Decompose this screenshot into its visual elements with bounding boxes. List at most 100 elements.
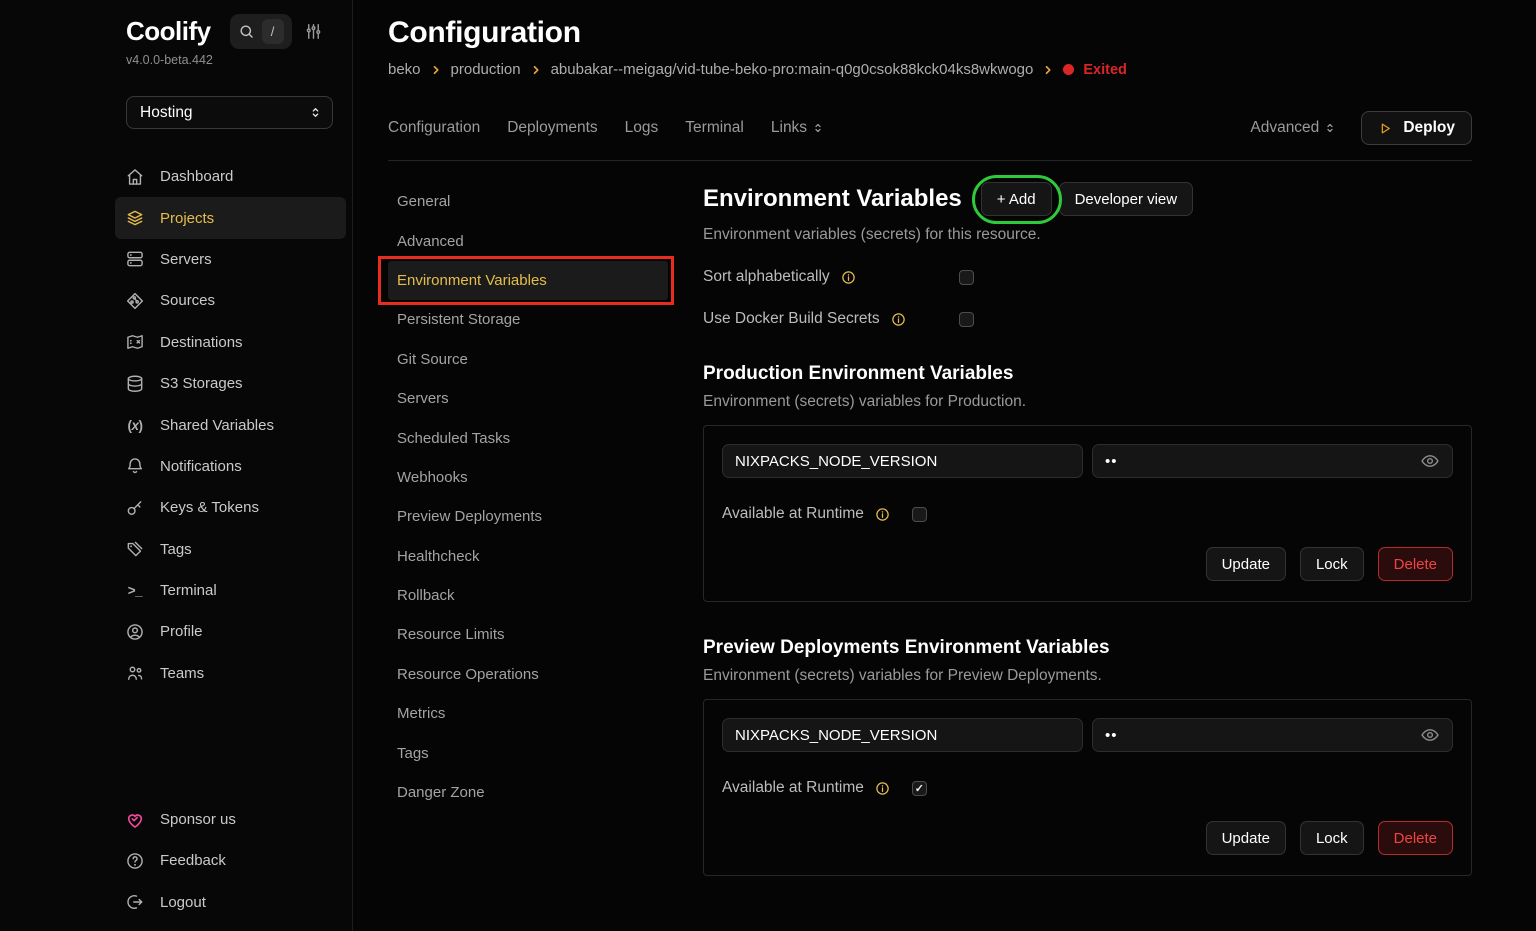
sidebar-item-tags[interactable]: Tags bbox=[115, 529, 346, 570]
sidebar-item-logout[interactable]: Logout bbox=[115, 882, 346, 923]
page-title: Configuration bbox=[388, 16, 1472, 50]
delete-button[interactable]: Delete bbox=[1378, 547, 1453, 581]
available-at-runtime-checkbox[interactable] bbox=[912, 781, 927, 796]
sidebar-item-teams[interactable]: Teams bbox=[115, 653, 346, 694]
app-version: v4.0.0-beta.442 bbox=[118, 53, 346, 67]
sidebar-item-profile[interactable]: Profile bbox=[115, 611, 346, 652]
sidebar-item-destinations[interactable]: Destinations bbox=[115, 322, 346, 363]
sidebar-nav: Dashboard Projects Servers Sources Desti… bbox=[118, 156, 346, 694]
subnav-item-preview-deployments[interactable]: Preview Deployments bbox=[388, 497, 668, 536]
available-at-runtime-label: Available at Runtime bbox=[722, 779, 864, 797]
sidebar-item-notifications[interactable]: Notifications bbox=[115, 446, 346, 487]
sidebar-item-feedback[interactable]: Feedback bbox=[115, 840, 346, 881]
variables-icon: (x) bbox=[125, 415, 145, 435]
eye-icon[interactable] bbox=[1420, 451, 1440, 471]
key-icon bbox=[125, 498, 145, 518]
sidebar-item-keys-tokens[interactable]: Keys & Tokens bbox=[115, 487, 346, 528]
chevron-right-icon bbox=[430, 64, 442, 76]
sidebar-item-s3-storages[interactable]: S3 Storages bbox=[115, 363, 346, 404]
subnav-item-persistent-storage[interactable]: Persistent Storage bbox=[388, 300, 668, 339]
lock-button[interactable]: Lock bbox=[1300, 821, 1364, 855]
subnav-item-git-source[interactable]: Git Source bbox=[388, 340, 668, 379]
subnav-item-healthcheck[interactable]: Healthcheck bbox=[388, 537, 668, 576]
sidebar-item-sources[interactable]: Sources bbox=[115, 280, 346, 321]
deploy-button[interactable]: Deploy bbox=[1361, 111, 1472, 145]
app-logo: Coolify bbox=[126, 16, 211, 47]
sidebar-item-label: Sources bbox=[160, 292, 215, 309]
search-shortcut-key: / bbox=[262, 19, 284, 44]
docker-build-secrets-checkbox[interactable] bbox=[959, 312, 974, 327]
variable-value-input[interactable] bbox=[1105, 453, 1420, 470]
map-icon bbox=[125, 332, 145, 352]
sidebar-item-label: Shared Variables bbox=[160, 417, 274, 434]
terminal-icon: >_ bbox=[125, 581, 145, 601]
sidebar-item-terminal[interactable]: >_ Terminal bbox=[115, 570, 346, 611]
sidebar-item-projects[interactable]: Projects bbox=[115, 197, 346, 238]
breadcrumb-item[interactable]: abubakar--meigag/vid-tube-beko-pro:main-… bbox=[551, 61, 1034, 78]
tab-deployments[interactable]: Deployments bbox=[507, 119, 597, 137]
section-subtitle: Environment (secrets) variables for Prev… bbox=[703, 667, 1472, 685]
developer-view-button[interactable]: Developer view bbox=[1059, 182, 1194, 216]
subnav-item-webhooks[interactable]: Webhooks bbox=[388, 458, 668, 497]
tab-terminal[interactable]: Terminal bbox=[685, 119, 744, 137]
subnav-item-environment-variables[interactable]: Environment Variables bbox=[388, 261, 668, 300]
team-selector[interactable]: Hosting bbox=[126, 96, 333, 129]
sidebar-item-servers[interactable]: Servers bbox=[115, 239, 346, 280]
lock-button[interactable]: Lock bbox=[1300, 547, 1364, 581]
subnav-item-danger-zone[interactable]: Danger Zone bbox=[388, 773, 668, 812]
bell-icon bbox=[125, 456, 145, 476]
sidebar-item-label: Tags bbox=[160, 541, 192, 558]
breadcrumb-item[interactable]: production bbox=[451, 61, 521, 78]
sort-alphabetically-label: Sort alphabetically bbox=[703, 268, 830, 286]
search-button[interactable]: / bbox=[230, 14, 292, 49]
sidebar-item-label: Terminal bbox=[160, 582, 217, 599]
help-circle-icon bbox=[125, 851, 145, 871]
subnav-item-servers[interactable]: Servers bbox=[388, 379, 668, 418]
subnav-item-scheduled-tasks[interactable]: Scheduled Tasks bbox=[388, 418, 668, 457]
available-at-runtime-checkbox[interactable] bbox=[912, 507, 927, 522]
sidebar-item-shared-variables[interactable]: (x) Shared Variables bbox=[115, 404, 346, 445]
delete-button[interactable]: Delete bbox=[1378, 821, 1453, 855]
panel-subtitle: Environment variables (secrets) for this… bbox=[703, 226, 1472, 244]
tab-logs[interactable]: Logs bbox=[625, 119, 659, 137]
add-variable-button[interactable]: + Add bbox=[981, 182, 1052, 216]
sidebar-item-dashboard[interactable]: Dashboard bbox=[115, 156, 346, 197]
breadcrumb: beko production abubakar--meigag/vid-tub… bbox=[388, 61, 1472, 78]
subnav-item-advanced[interactable]: Advanced bbox=[388, 221, 668, 260]
subnav-item-resource-operations[interactable]: Resource Operations bbox=[388, 655, 668, 694]
variable-key-input[interactable] bbox=[722, 718, 1083, 752]
sort-alphabetically-checkbox[interactable] bbox=[959, 270, 974, 285]
adjustments-icon[interactable] bbox=[304, 22, 323, 41]
subnav-item-metrics[interactable]: Metrics bbox=[388, 694, 668, 733]
subnav-item-resource-limits[interactable]: Resource Limits bbox=[388, 615, 668, 654]
subnav-item-general[interactable]: General bbox=[388, 182, 668, 221]
update-button[interactable]: Update bbox=[1206, 821, 1286, 855]
status-dot bbox=[1063, 64, 1074, 75]
variable-key-input[interactable] bbox=[722, 444, 1083, 478]
eye-icon[interactable] bbox=[1420, 725, 1440, 745]
sidebar-item-label: Keys & Tokens bbox=[160, 499, 259, 516]
section-title: Production Environment Variables bbox=[703, 363, 1472, 385]
tab-configuration[interactable]: Configuration bbox=[388, 119, 480, 137]
logout-icon bbox=[125, 892, 145, 912]
sort-alphabetically-row: Sort alphabetically bbox=[703, 268, 1472, 286]
team-selector-value: Hosting bbox=[140, 104, 193, 122]
docker-build-secrets-label: Use Docker Build Secrets bbox=[703, 310, 880, 328]
subnav-item-label: Environment Variables bbox=[397, 272, 547, 289]
sidebar-item-label: Servers bbox=[160, 251, 212, 268]
tab-links[interactable]: Links bbox=[771, 119, 825, 137]
preview-env-section: Preview Deployments Environment Variable… bbox=[703, 637, 1472, 876]
available-at-runtime-label: Available at Runtime bbox=[722, 505, 864, 523]
update-button[interactable]: Update bbox=[1206, 547, 1286, 581]
chevron-right-icon bbox=[1042, 64, 1054, 76]
breadcrumb-item[interactable]: beko bbox=[388, 61, 421, 78]
sidebar-item-sponsor-us[interactable]: Sponsor us bbox=[115, 799, 346, 840]
subnav-item-tags[interactable]: Tags bbox=[388, 733, 668, 772]
section-subtitle: Environment (secrets) variables for Prod… bbox=[703, 393, 1472, 411]
advanced-dropdown[interactable]: Advanced bbox=[1250, 119, 1337, 137]
variable-value-input[interactable] bbox=[1105, 727, 1420, 744]
tab-links-label: Links bbox=[771, 119, 807, 137]
tabs-divider bbox=[388, 160, 1472, 161]
variable-value-field bbox=[1092, 444, 1453, 478]
subnav-item-rollback[interactable]: Rollback bbox=[388, 576, 668, 615]
